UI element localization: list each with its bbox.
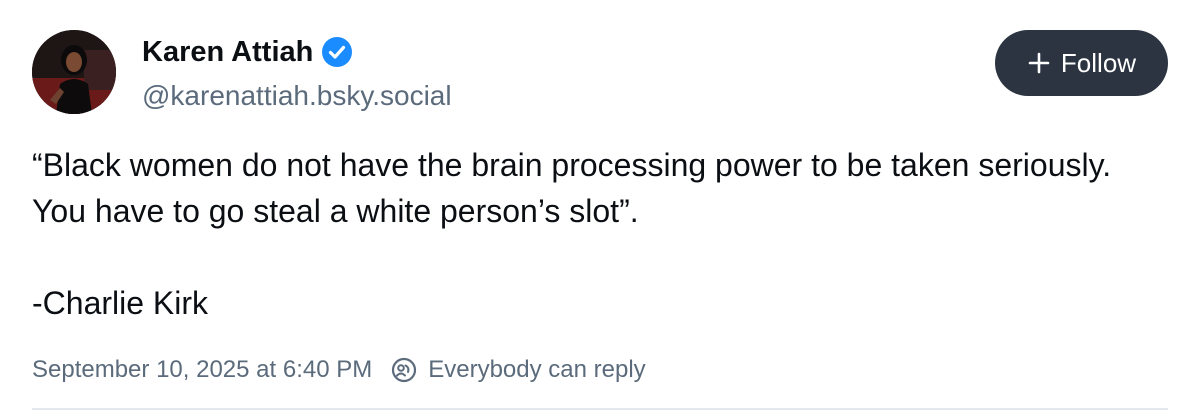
post-timestamp[interactable]: September 10, 2025 at 6:40 PM <box>32 356 372 384</box>
follow-button-label: Follow <box>1060 47 1137 78</box>
divider <box>32 408 1168 410</box>
author-name-row[interactable]: Karen Attiah <box>142 34 353 70</box>
post-attribution: -Charlie Kirk <box>32 285 209 321</box>
post-card: Karen Attiah @karenattiah.bsky.social Fo… <box>0 0 1200 412</box>
reply-setting[interactable]: Everybody can reply <box>428 356 645 384</box>
post-quote: “Black women do not have the brain proce… <box>32 147 1112 229</box>
plus-icon <box>1027 51 1051 75</box>
follow-button[interactable]: Follow <box>995 30 1168 96</box>
avatar[interactable] <box>32 30 116 114</box>
avatar-image <box>32 30 116 114</box>
display-name[interactable]: Karen Attiah <box>142 34 313 70</box>
post-meta: September 10, 2025 at 6:40 PM Everybody … <box>32 352 646 388</box>
post-body: “Black women do not have the brain proce… <box>32 142 1162 326</box>
author-handle[interactable]: @karenattiah.bsky.social <box>142 78 452 114</box>
reply-permission-icon <box>390 356 418 384</box>
verified-check-icon[interactable] <box>321 36 353 68</box>
